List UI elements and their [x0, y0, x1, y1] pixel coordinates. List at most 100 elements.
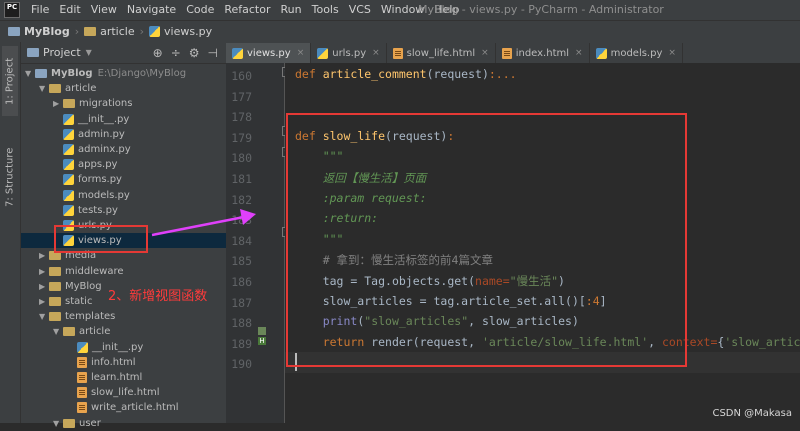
- tree-item[interactable]: ▼ templates: [21, 309, 226, 324]
- tree-item-label: article: [79, 326, 111, 338]
- menu-item[interactable]: Run: [276, 0, 307, 20]
- code-token: render(request,: [371, 334, 482, 349]
- tree-item[interactable]: admin.py: [21, 127, 226, 142]
- code-line: """: [295, 149, 344, 164]
- tree-item-label: adminx.py: [78, 144, 131, 155]
- menu-item[interactable]: File: [26, 0, 54, 20]
- chevron-right-icon[interactable]: ▶: [39, 294, 49, 309]
- line-number: 178: [231, 110, 252, 125]
- folder-icon: [63, 327, 75, 337]
- python-file-icon: [149, 26, 161, 37]
- code-line: def article_comment(request):...: [295, 67, 517, 81]
- tree-item[interactable]: ▶ media: [21, 248, 226, 263]
- code-token: def: [295, 67, 323, 81]
- menu-item[interactable]: VCS: [344, 0, 376, 20]
- breadcrumb-folder[interactable]: article: [81, 25, 138, 38]
- tool-window-strip: 1: Project 7: Structure: [0, 42, 21, 423]
- editor-tab[interactable]: index.html ×: [496, 43, 590, 63]
- line-number: 189: [231, 336, 252, 351]
- python-file-icon: [63, 113, 74, 125]
- close-icon[interactable]: ×: [668, 48, 676, 58]
- folder-icon: [49, 251, 61, 261]
- close-icon[interactable]: ×: [575, 48, 583, 58]
- chevron-right-icon[interactable]: ▶: [39, 248, 49, 263]
- menu-item[interactable]: Navigate: [122, 0, 181, 20]
- project-tool-tab[interactable]: 1: Project: [2, 46, 18, 116]
- python-file-icon: [63, 159, 74, 171]
- editor-tab-label: models.py: [610, 47, 663, 59]
- run-gutter-icon[interactable]: H: [258, 337, 266, 345]
- tree-item[interactable]: forms.py: [21, 172, 226, 187]
- menu-bar: PC File Edit View Navigate Code Refactor Run To…: [0, 0, 800, 20]
- python-file-icon: [317, 47, 329, 59]
- breadcrumb-file[interactable]: views.py: [146, 25, 215, 38]
- structure-tool-tab[interactable]: 7: Structure: [2, 142, 18, 212]
- project-panel-header: Project ▼ ⊕ ÷ ⚙ ⊣: [21, 42, 226, 64]
- code-token: name=: [475, 274, 510, 288]
- tree-item[interactable]: apps.py: [21, 157, 226, 172]
- bookmark-icon: [258, 327, 266, 335]
- editor-tab[interactable]: slow_life.html ×: [387, 43, 496, 63]
- tree-item-label: middleware: [65, 265, 124, 277]
- menu-item[interactable]: Code: [181, 0, 219, 20]
- code-token: """: [295, 149, 344, 164]
- line-number: 190: [231, 357, 252, 372]
- collapse-icon[interactable]: ÷: [171, 46, 181, 60]
- breadcrumb-project[interactable]: MyBlog: [0, 25, 73, 38]
- code-token: print: [322, 314, 358, 329]
- close-icon[interactable]: ×: [297, 48, 305, 58]
- close-icon[interactable]: ×: [372, 48, 380, 58]
- editor-tab[interactable]: urls.py ×: [311, 43, 387, 63]
- tree-item-label: migrations: [79, 98, 133, 110]
- code-editor[interactable]: def article_comment(request):... def slow…: [285, 63, 800, 423]
- tree-item[interactable]: ▶ migrations: [21, 96, 226, 111]
- editor-tab[interactable]: models.py ×: [590, 43, 683, 63]
- editor-tab-label: views.py: [247, 47, 291, 59]
- folder-icon: [84, 27, 97, 36]
- chevron-right-icon[interactable]: ▶: [39, 279, 49, 294]
- menu-item[interactable]: View: [86, 0, 122, 20]
- tree-item-label: media: [65, 250, 97, 262]
- tree-item-label: forms.py: [78, 174, 122, 186]
- text-caret: [295, 353, 297, 371]
- tree-item[interactable]: __init__.py: [21, 112, 226, 127]
- tree-item-label: MyBlog: [51, 68, 93, 79]
- gear-icon[interactable]: ⚙: [189, 46, 200, 60]
- close-icon[interactable]: ×: [481, 48, 489, 58]
- tree-item[interactable]: info.html: [21, 355, 226, 370]
- code-token: slow_articles = tag.article_set.all()[: [295, 293, 586, 308]
- menu-item[interactable]: Refactor: [219, 0, 275, 20]
- chevron-down-icon[interactable]: ▼: [39, 81, 49, 96]
- python-file-icon: [63, 220, 74, 231]
- tree-item[interactable]: ▼ MyBlog E:\Django\MyBlog: [21, 66, 226, 81]
- tree-item[interactable]: __init__.py: [21, 340, 226, 355]
- chevron-down-icon[interactable]: ▼: [53, 324, 63, 339]
- chevron-down-icon[interactable]: ▼: [53, 416, 63, 431]
- tree-item[interactable]: write_article.html: [21, 400, 226, 415]
- tree-item[interactable]: ▼ article: [21, 81, 226, 96]
- chevron-down-icon[interactable]: ▼: [25, 66, 35, 81]
- code-token: (request): [426, 67, 489, 81]
- code-token: def: [295, 128, 323, 143]
- chevron-right-icon[interactable]: ▶: [39, 264, 49, 279]
- tree-item[interactable]: adminx.py: [21, 142, 226, 157]
- chevron-down-icon[interactable]: ▼: [39, 309, 49, 324]
- line-number: 181: [231, 172, 252, 186]
- editor-tab[interactable]: views.py ×: [226, 43, 312, 63]
- menu-item[interactable]: Tools: [307, 0, 344, 20]
- tree-item[interactable]: ▼ article: [21, 324, 226, 339]
- hide-panel-icon[interactable]: ⊣: [208, 46, 218, 60]
- tree-item[interactable]: slow_life.html: [21, 385, 226, 400]
- python-file-icon: [63, 235, 74, 247]
- project-view-selector[interactable]: Project ▼: [21, 46, 92, 59]
- tree-item[interactable]: ▶ middleware: [21, 264, 226, 279]
- tree-item[interactable]: models.py: [21, 188, 226, 203]
- line-number: 187: [231, 295, 252, 310]
- tree-item[interactable]: learn.html: [21, 370, 226, 385]
- tree-item[interactable]: ▼ user: [21, 416, 226, 431]
- chevron-right-icon[interactable]: ▶: [53, 96, 63, 111]
- code-token: ): [558, 274, 565, 288]
- locate-target-icon[interactable]: ⊕: [153, 46, 163, 60]
- menu-item[interactable]: Edit: [54, 0, 85, 20]
